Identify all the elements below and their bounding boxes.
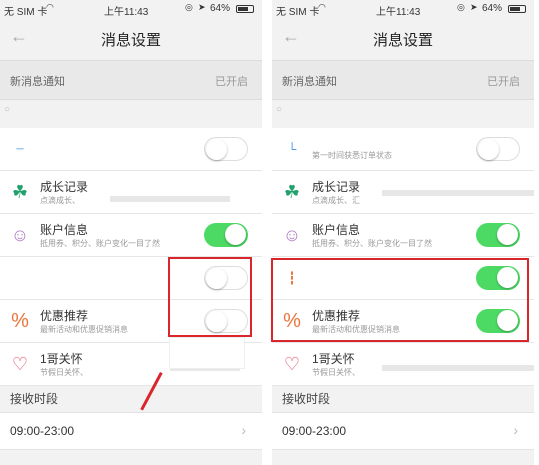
status-bar: 无 SIM 卡 ◠ 上午11:43 ◎ ➤ 64% <box>0 0 262 18</box>
order-icon: └ <box>287 142 297 156</box>
new-message-notice-row[interactable]: 新消息通知 已开启 <box>272 60 534 100</box>
toggle-account[interactable] <box>204 223 248 247</box>
growth-title: 成长记录 <box>312 180 361 194</box>
page-title: 消息设置 <box>100 32 161 49</box>
wifi-icon: ◠ <box>318 2 326 12</box>
new-message-notice-row[interactable]: 新消息通知 已开启 <box>0 60 262 100</box>
list-item-care: ♡ 1哥关怀 节假日关怀、 <box>272 343 534 386</box>
person-icon: ☺ <box>282 224 302 245</box>
list-item-account: ☺ 账户信息 抵用券、积分、账户变化一目了然 <box>0 214 262 257</box>
page-title: 消息设置 <box>372 32 433 49</box>
notice-label: 新消息通知 <box>10 76 65 88</box>
nav-bar: ← 消息设置 <box>0 20 262 56</box>
heart-icon: ♡ <box>11 353 29 374</box>
order-desc: 第一时间获悉订单状态 <box>312 151 392 160</box>
account-desc: 抵用券、积分、账户变化一目了然 <box>312 239 432 248</box>
location-arrow-icon: ➤ <box>198 2 206 12</box>
order-icon: ─ <box>16 143 24 155</box>
blurred-text <box>382 365 534 371</box>
section-hint: ○ <box>4 104 11 115</box>
promo-desc: 最新活动和优惠促销消息 <box>40 325 128 334</box>
battery-percent: 64% <box>482 3 503 14</box>
battery-icon <box>508 5 526 13</box>
growth-desc: 点滴成长、 <box>40 196 80 205</box>
phone-screen-before: 无 SIM 卡 ◠ 上午11:43 ◎ ➤ 64% ← 消息设置 新消息通知 已… <box>0 0 262 465</box>
list-item-order: ─ <box>0 128 262 171</box>
list-item-account: ☺ 账户信息 抵用券、积分、账户变化一目了然 <box>272 214 534 257</box>
clock: 上午11:43 <box>104 7 149 18</box>
list-item-growth: ☘ 成长记录 点滴成长、汇 <box>272 171 534 214</box>
notice-label: 新消息通知 <box>282 76 337 88</box>
toggle-account[interactable] <box>476 223 520 247</box>
chevron-right-icon: › <box>513 422 518 438</box>
account-desc: 抵用券、积分、账户变化一目了然 <box>40 239 160 248</box>
account-title: 账户信息 <box>312 223 361 237</box>
promo-title: 优惠推荐 <box>40 309 89 323</box>
notice-status: 已开启 <box>215 76 248 88</box>
percent-icon: % <box>11 309 29 332</box>
care-desc: 节假日关怀、 <box>312 368 360 377</box>
status-bar: 无 SIM 卡 ◠ 上午11:43 ◎ ➤ 64% <box>272 0 534 18</box>
heart-icon: ♡ <box>283 353 301 374</box>
chevron-right-icon: › <box>241 422 246 438</box>
carrier-label: 无 SIM 卡 <box>4 7 48 18</box>
battery-icon <box>236 5 254 13</box>
highlight-box-right <box>271 258 529 342</box>
wifi-icon: ◠ <box>46 2 54 12</box>
section-hint: ○ <box>276 104 283 115</box>
sprout-icon: ☘ <box>11 181 29 202</box>
receive-time-value: 09:00-23:00 <box>10 424 75 438</box>
care-desc: 节假日关怀、 <box>40 368 88 377</box>
receive-time-row[interactable]: 09:00-23:00 › <box>272 412 534 450</box>
receive-section-title: 接收时段 <box>282 392 331 406</box>
receive-time-value: 09:00-23:00 <box>282 424 347 438</box>
blurred-text <box>110 196 230 202</box>
toggle-order[interactable] <box>476 137 520 161</box>
location-arrow-icon: ➤ <box>470 2 478 12</box>
care-title: 1哥关怀 <box>40 352 83 366</box>
phone-screen-after: 无 SIM 卡 ◠ 上午11:43 ◎ ➤ 64% ← 消息设置 新消息通知 已… <box>272 0 534 465</box>
receive-section-title: 接收时段 <box>10 392 59 406</box>
growth-desc: 点滴成长、汇 <box>312 196 360 205</box>
care-title: 1哥关怀 <box>312 352 355 366</box>
battery-percent: 64% <box>210 3 231 14</box>
settings-list: └ 第一时间获悉订单状态 ☘ 成长记录 点滴成长、汇 ☺ 账户信息 抵用券、积分… <box>272 128 534 386</box>
account-title: 账户信息 <box>40 223 89 237</box>
toggle-order[interactable] <box>204 137 248 161</box>
blurred-text <box>382 190 534 196</box>
list-item-growth: ☘ 成长记录 点滴成长、 <box>0 171 262 214</box>
person-icon: ☺ <box>10 224 30 245</box>
receive-time-row[interactable]: 09:00-23:00 › <box>0 412 262 450</box>
growth-title: 成长记录 <box>40 180 89 194</box>
overlay-scrap <box>170 338 244 368</box>
notice-status: 已开启 <box>487 76 520 88</box>
clock: 上午11:43 <box>376 7 421 18</box>
nav-bar: ← 消息设置 <box>272 20 534 56</box>
sprout-icon: ☘ <box>283 181 301 202</box>
carrier-label: 无 SIM 卡 <box>276 7 320 18</box>
list-item-order: └ 第一时间获悉订单状态 <box>272 128 534 171</box>
rotation-lock-icon: ◎ <box>185 2 193 12</box>
rotation-lock-icon: ◎ <box>457 2 465 12</box>
highlight-box-left <box>168 257 252 337</box>
